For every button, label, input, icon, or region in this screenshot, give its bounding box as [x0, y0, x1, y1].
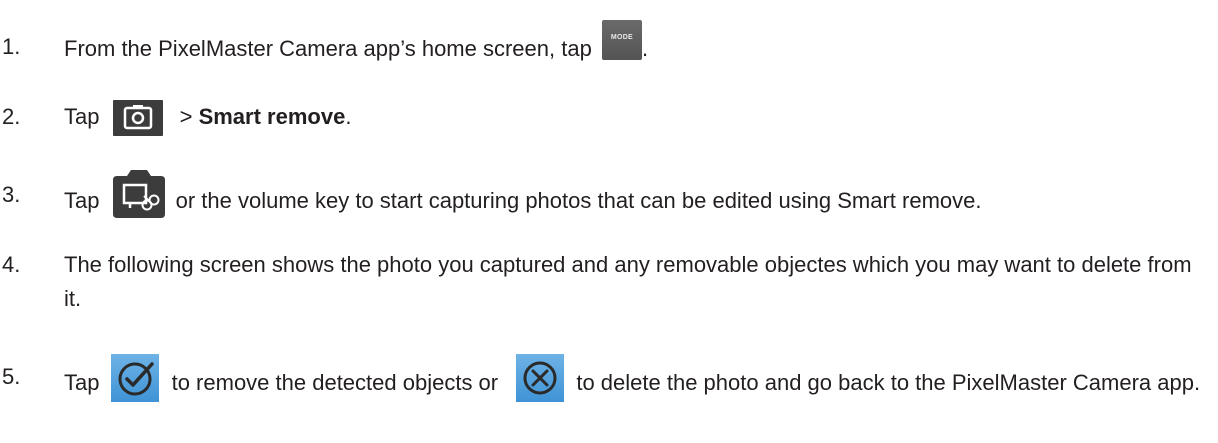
step-number: 2.: [2, 104, 21, 129]
step-number: 3.: [2, 182, 21, 207]
step-3-text: or the volume key to start capturing pho…: [169, 187, 982, 213]
camera-mode-icon: [113, 100, 164, 137]
step-5-end: to delete the photo and go back to the P…: [570, 369, 1201, 395]
mode-button-icon: MODE: [601, 20, 642, 60]
step-text: Tap > Smart remove.: [64, 100, 1214, 137]
step-2-separator: >: [173, 104, 199, 129]
step-text: Tap to remove the detected objects or to…: [64, 354, 1214, 408]
check-circle-icon: [111, 354, 160, 402]
step-2-tap: Tap: [64, 104, 100, 129]
cancel-circle-icon: [516, 354, 565, 402]
step-1-period: .: [641, 35, 649, 61]
step-2-period: .: [345, 104, 352, 129]
step-3-tap: Tap: [64, 187, 100, 213]
step-1-text: From the PixelMaster Camera app’s home s…: [64, 35, 598, 61]
step-5-tap: Tap: [64, 369, 100, 395]
step-4-text: The following screen shows the photo you…: [64, 252, 1192, 311]
step-number: 5.: [2, 364, 21, 389]
step-number: 1.: [2, 34, 21, 59]
smart-remove-shutter-icon: [113, 170, 166, 218]
step-5-middle: to remove the detected objects or: [165, 369, 505, 395]
step-text: Tap or the volume key to start capturing…: [64, 170, 1214, 226]
smart-remove-label: Smart remove: [198, 104, 346, 129]
step-number: 4.: [2, 252, 21, 277]
step-text: From the PixelMaster Camera app’s home s…: [64, 20, 1214, 70]
